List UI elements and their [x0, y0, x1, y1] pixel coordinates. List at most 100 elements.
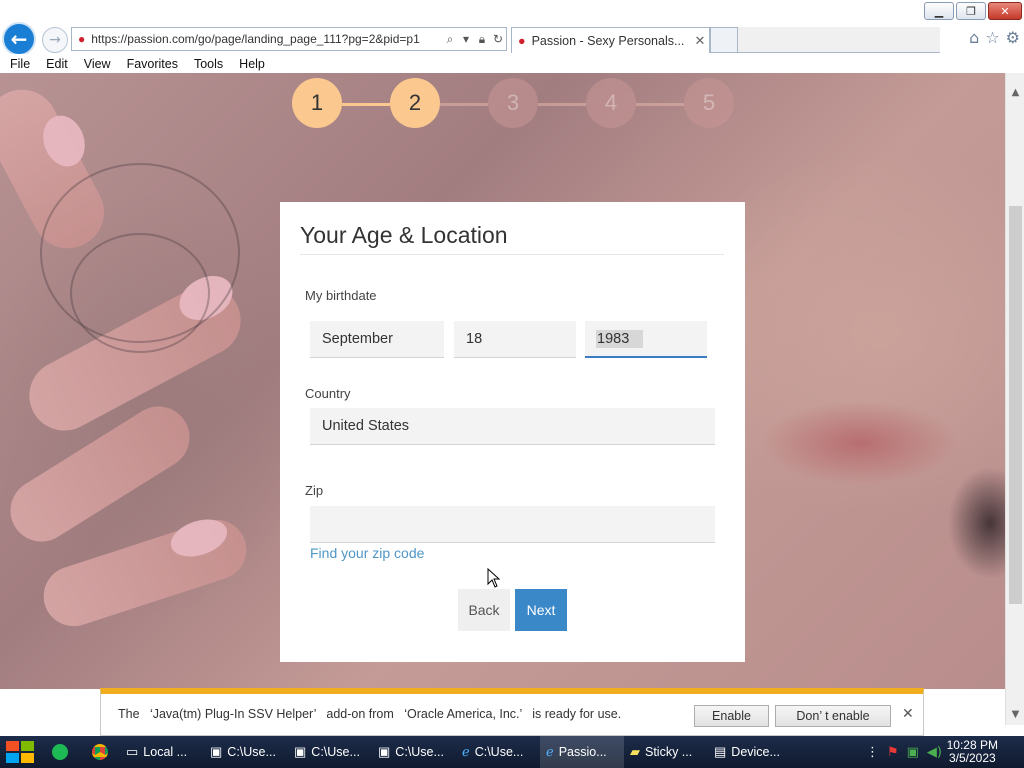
tab-strip: [738, 27, 940, 53]
lock-icon[interactable]: 🔒︎: [474, 32, 490, 47]
browser-tab[interactable]: ● Passion - Sexy Personals... ✕: [511, 27, 710, 53]
close-tab-icon[interactable]: ✕: [691, 33, 709, 49]
address-bar[interactable]: ● https://passion.com/go/page/landing_pa…: [71, 27, 507, 51]
step-3: 3: [488, 78, 538, 128]
form-title: Your Age & Location: [300, 222, 508, 248]
windows-logo-icon: [6, 741, 34, 763]
drive-icon: ▭: [126, 744, 139, 759]
overflow-dots-icon[interactable]: ⋮: [866, 745, 879, 760]
refresh-icon[interactable]: ↻: [490, 32, 506, 46]
7zip-icon: ▣: [294, 744, 307, 759]
flag-icon[interactable]: ⚑: [887, 745, 899, 760]
home-icon[interactable]: ⌂: [969, 28, 979, 47]
sticky-notes-icon: ▰: [630, 744, 640, 759]
progress-steps: 1 2 3 4 5: [292, 78, 734, 128]
birth-day-select[interactable]: 18: [454, 321, 576, 358]
menu-tools[interactable]: Tools: [194, 57, 223, 71]
step-connector: [538, 103, 586, 106]
step-connector: [342, 103, 390, 106]
7zip-icon: ▣: [378, 744, 391, 759]
windows-taskbar: ▭ Local ... ▣ C:\Use... ▣ C:\Use... ▣ C:\Use…: [0, 736, 1024, 768]
forward-arrow-icon: →: [49, 32, 61, 48]
taskbar-item-7zip-2[interactable]: ▣ C:\Use...: [288, 736, 372, 768]
step-connector: [636, 103, 684, 106]
favorites-star-icon[interactable]: ☆: [985, 28, 999, 47]
birth-year-value: 1983: [596, 329, 644, 348]
divider: [300, 254, 724, 255]
spotify-icon[interactable]: [40, 736, 80, 768]
tab-favicon-icon: ●: [518, 33, 526, 48]
forward-button[interactable]: →: [42, 27, 68, 53]
address-url[interactable]: https://passion.com/go/page/landing_page…: [91, 32, 442, 46]
device-manager-icon: ▤: [714, 744, 727, 759]
network-icon[interactable]: ▣: [907, 745, 919, 760]
scroll-down-icon[interactable]: ▼: [1009, 709, 1022, 723]
mouse-cursor-icon: [487, 568, 501, 588]
addon-notification-bar: The ‘Java(tm) Plug-In SSV Helper’ add-on…: [100, 688, 924, 736]
signup-form-card: Your Age & Location My birthdate Septemb…: [280, 202, 745, 662]
find-zip-link[interactable]: Find your zip code: [310, 545, 424, 561]
taskbar-item-7zip-3[interactable]: ▣ C:\Use...: [372, 736, 456, 768]
page-viewport: 1 2 3 4 5 Your Age & Location My birthda…: [0, 73, 1005, 689]
birthdate-label: My birthdate: [305, 288, 377, 303]
taskbar-item-ie-1[interactable]: ℯ C:\Use...: [456, 736, 540, 768]
tab-title: Passion - Sexy Personals...: [531, 33, 685, 48]
scroll-up-icon[interactable]: ▲: [1009, 87, 1022, 101]
enable-addon-button[interactable]: Enable: [694, 705, 769, 727]
browser-chrome: ▁ ❐ ✕ ← → ● https://passion.com/go/page/…: [0, 0, 1024, 56]
taskbar-item-local[interactable]: ▭ Local ...: [120, 736, 204, 768]
settings-gear-icon[interactable]: ⚙: [1006, 28, 1020, 47]
menu-favorites[interactable]: Favorites: [127, 57, 178, 71]
chrome-icon[interactable]: [80, 736, 120, 768]
birth-month-select[interactable]: September: [310, 321, 444, 358]
back-step-button[interactable]: Back: [458, 589, 510, 631]
close-notification-icon[interactable]: ✕: [902, 706, 914, 722]
zip-input[interactable]: [310, 506, 715, 543]
country-label: Country: [305, 386, 351, 401]
dropdown-icon[interactable]: ▾: [458, 32, 474, 46]
site-favicon-icon: ●: [78, 32, 86, 46]
notification-message: The ‘Java(tm) Plug-In SSV Helper’ add-on…: [118, 707, 622, 721]
step-2: 2: [390, 78, 440, 128]
close-window-button[interactable]: ✕: [988, 2, 1022, 20]
search-icon[interactable]: ⌕: [442, 32, 458, 47]
menu-file[interactable]: File: [10, 57, 30, 71]
taskbar-item-device[interactable]: ▤ Device...: [708, 736, 792, 768]
back-button[interactable]: ←: [2, 22, 36, 56]
internet-explorer-icon: ℯ: [546, 744, 554, 759]
internet-explorer-icon: ℯ: [462, 744, 470, 759]
country-select[interactable]: United States: [310, 408, 715, 445]
new-tab-button[interactable]: [710, 27, 738, 53]
scroll-thumb[interactable]: [1009, 206, 1022, 604]
browser-toolbar-icons: ⌂ ☆ ⚙: [969, 28, 1020, 47]
window-controls: ▁ ❐ ✕: [924, 2, 1022, 20]
zip-label: Zip: [305, 483, 324, 498]
back-arrow-icon: ←: [10, 27, 28, 51]
system-tray: ⋮ ⚑ ▣ ◀): [866, 736, 942, 768]
menu-view[interactable]: View: [84, 57, 111, 71]
vertical-scrollbar[interactable]: ▲ ▼: [1005, 73, 1024, 725]
birth-month-value: September: [322, 331, 393, 347]
start-button[interactable]: [0, 736, 40, 768]
step-connector: [440, 103, 488, 106]
menu-help[interactable]: Help: [239, 57, 265, 71]
step-1: 1: [292, 78, 342, 128]
taskbar-item-ie-passion[interactable]: ℯ Passio...: [540, 736, 624, 768]
next-step-button[interactable]: Next: [515, 589, 567, 631]
minimize-button[interactable]: ▁: [924, 2, 954, 20]
birth-day-value: 18: [466, 331, 483, 347]
menu-edit[interactable]: Edit: [46, 57, 68, 71]
menu-bar: File Edit View Favorites Tools Help: [0, 54, 1024, 73]
taskbar-item-sticky[interactable]: ▰ Sticky ...: [624, 736, 708, 768]
taskbar-item-7zip-1[interactable]: ▣ C:\Use...: [204, 736, 288, 768]
volume-icon[interactable]: ◀): [927, 745, 942, 760]
clock-date: 3/5/2023: [948, 751, 996, 765]
birth-year-select[interactable]: 1983: [585, 321, 707, 358]
step-4: 4: [586, 78, 636, 128]
background-image-detail: [0, 394, 202, 554]
7zip-icon: ▣: [210, 744, 223, 759]
dont-enable-addon-button[interactable]: Don’ t enable: [775, 705, 891, 727]
taskbar-clock[interactable]: 10:28 PM 3/5/2023: [947, 739, 998, 765]
country-value: United States: [322, 418, 410, 434]
restore-button[interactable]: ❐: [956, 2, 986, 20]
